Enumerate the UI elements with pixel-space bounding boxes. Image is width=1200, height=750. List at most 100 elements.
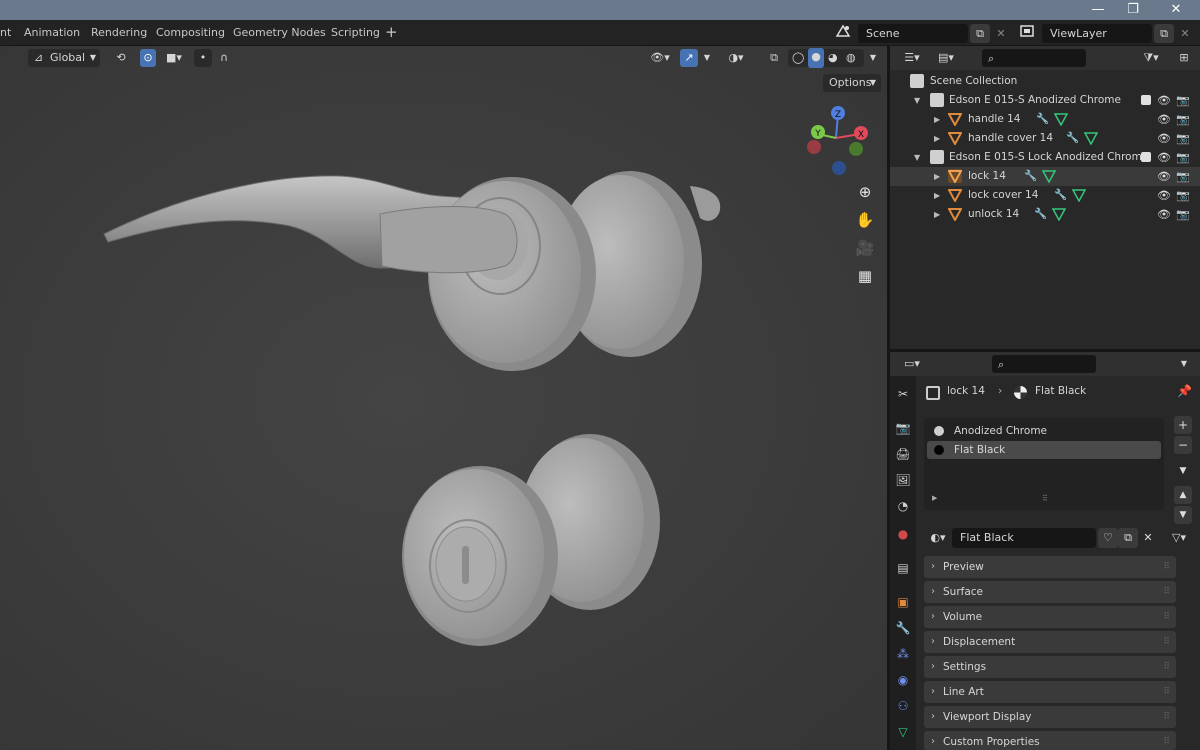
grip-icon[interactable]: ⠿ [1163, 606, 1170, 628]
outliner-search-input[interactable]: ⌕ [982, 49, 1086, 67]
mesh-data-icon[interactable] [1053, 112, 1069, 127]
transform-orientation-dropdown[interactable]: Global ⊿ ▼ [28, 49, 100, 67]
shading-dropdown-icon[interactable]: ▼ [866, 49, 880, 67]
view-layer-icon[interactable] [1014, 24, 1040, 42]
include-checkbox[interactable] [1141, 95, 1151, 105]
minimize-button[interactable]: — [1080, 0, 1116, 20]
eye-icon[interactable]: 👁 [1157, 129, 1171, 148]
node-link-icon[interactable]: ▽▾ [1164, 528, 1194, 548]
new-view-layer-button[interactable]: ⧉ [1154, 24, 1174, 43]
material-slot[interactable]: Anodized Chrome [927, 422, 1161, 440]
modifier-wrench-icon[interactable]: 🔧 [1054, 186, 1067, 205]
expand-arrow-icon[interactable]: ▼ [914, 91, 924, 110]
world-tab-icon[interactable]: ● [893, 524, 913, 544]
collapse-arrow-icon[interactable]: ▶ [934, 129, 944, 148]
xray-icon[interactable]: ⧉ [766, 49, 782, 67]
mesh-data-icon[interactable] [1041, 169, 1057, 184]
outliner-row-object[interactable]: ▶ handle 14 🔧 👁 📷 [890, 110, 1200, 129]
eye-icon[interactable]: 👁 [1157, 167, 1171, 186]
scene-name-field[interactable]: Scene [858, 24, 968, 43]
render-tab-icon[interactable]: 📷 [893, 418, 913, 438]
modifier-wrench-icon[interactable]: 🔧 [1034, 205, 1047, 224]
panel-volume[interactable]: › Volume ⠿ [924, 606, 1176, 628]
object-tab-icon[interactable]: ▣ [893, 592, 913, 612]
unlink-material-icon[interactable]: ✕ [1138, 528, 1158, 548]
panel-viewport-display[interactable]: › Viewport Display ⠿ [924, 706, 1176, 728]
fake-user-icon[interactable]: ♡ [1098, 528, 1118, 548]
outliner-row-object-selected[interactable]: ▶ lock 14 🔧 👁 📷 [890, 167, 1200, 186]
editor-type-icon[interactable]: ▭▾ [898, 355, 926, 373]
expand-arrow-icon[interactable]: ▼ [914, 148, 924, 167]
gizmo-toggle-icon[interactable]: ↗ [680, 49, 698, 67]
output-tab-icon[interactable]: 🖨 [893, 444, 913, 464]
grip-icon[interactable]: ⠿ [1163, 631, 1170, 653]
add-workspace-button[interactable]: + [385, 23, 398, 41]
slot-specials-icon[interactable]: ▼ [1174, 462, 1192, 480]
modifier-wrench-icon[interactable]: 🔧 [1036, 110, 1049, 129]
close-window-button[interactable]: ✕ [1158, 0, 1194, 20]
panel-preview[interactable]: › Preview ⠿ [924, 556, 1176, 578]
gizmo-dropdown-icon[interactable]: ▼ [700, 49, 714, 67]
modifier-wrench-icon[interactable]: 🔧 [1024, 167, 1037, 186]
tab-rendering[interactable]: Rendering [91, 26, 147, 39]
collapse-arrow-icon[interactable]: ▶ [934, 186, 944, 205]
outliner-row-object[interactable]: ▶ unlock 14 🔧 👁 📷 [890, 205, 1200, 224]
grip-icon[interactable]: ⠿ [1163, 556, 1170, 578]
mesh-data-icon[interactable] [1051, 207, 1067, 222]
eye-icon[interactable]: 👁 [1157, 148, 1171, 167]
pan-hand-icon[interactable]: ✋ [853, 208, 877, 232]
rendered-shading-icon[interactable]: ◍ [846, 49, 856, 67]
snap-target-icon[interactable]: ■▾ [160, 49, 188, 67]
remove-slot-button[interactable]: − [1174, 436, 1192, 454]
add-slot-button[interactable]: + [1174, 416, 1192, 434]
overlay-icon[interactable]: ◑▾ [722, 49, 750, 67]
camera-icon[interactable]: 📷 [1176, 148, 1190, 167]
eye-icon[interactable]: 👁 [1157, 205, 1171, 224]
camera-icon[interactable]: 📷 [1176, 205, 1190, 224]
pivot-point-icon[interactable]: ⟲ [108, 49, 134, 67]
material-slot-selected[interactable]: Flat Black [927, 441, 1161, 459]
data-tab-icon[interactable]: ▽ [893, 722, 913, 742]
tab-compositing[interactable]: Compositing [156, 26, 225, 39]
camera-view-icon[interactable]: 🎥 [853, 236, 877, 260]
camera-icon[interactable]: 📷 [1176, 186, 1190, 205]
outliner-row-collection[interactable]: ▼ Edson E 015-S Lock Anodized Chrome 👁 📷 [890, 148, 1200, 167]
panel-displacement[interactable]: › Displacement ⠿ [924, 631, 1176, 653]
panel-line-art[interactable]: › Line Art ⠿ [924, 681, 1176, 703]
include-checkbox[interactable] [1141, 152, 1151, 162]
grip-icon[interactable]: ⠿ [1163, 706, 1170, 728]
falloff-icon[interactable]: ∩ [214, 49, 234, 67]
viewport-render[interactable] [0, 46, 887, 750]
move-down-button[interactable]: ▼ [1174, 506, 1192, 524]
editor-type-icon[interactable]: ☰▾ [898, 49, 926, 67]
constraints-tab-icon[interactable]: ⚇ [893, 696, 913, 716]
filter-icon[interactable]: ⧩▾ [1136, 49, 1166, 67]
tab-geometry-nodes[interactable]: Geometry Nodes [233, 26, 326, 39]
expand-list-icon[interactable]: ▶ [932, 494, 937, 502]
view-layer-tab-icon[interactable]: 🖼 [893, 470, 913, 490]
outliner-row-collection[interactable]: ▼ Edson E 015-S Anodized Chrome 👁 📷 [890, 91, 1200, 110]
chevron-down-icon[interactable]: ▼ [1176, 355, 1192, 373]
camera-icon[interactable]: 📷 [1176, 91, 1190, 110]
browse-material-icon[interactable]: ◐▾ [924, 528, 952, 548]
modifier-wrench-icon[interactable]: 🔧 [1066, 129, 1079, 148]
outliner-row-object[interactable]: ▶ lock cover 14 🔧 👁 📷 [890, 186, 1200, 205]
collapse-arrow-icon[interactable]: ▶ [934, 167, 944, 186]
camera-icon[interactable]: 📷 [1176, 167, 1190, 186]
zoom-icon[interactable]: ⊕ [853, 180, 877, 204]
camera-icon[interactable]: 📷 [1176, 129, 1190, 148]
physics-tab-icon[interactable]: ◉ [893, 670, 913, 690]
eye-icon[interactable]: 👁 [1157, 186, 1171, 205]
duplicate-material-icon[interactable]: ⧉ [1118, 528, 1138, 548]
grip-icon[interactable]: ⠿ [1163, 656, 1170, 678]
delete-scene-icon[interactable]: ✕ [991, 24, 1011, 43]
outliner-root[interactable]: Scene Collection [890, 72, 1200, 91]
material-shading-icon[interactable]: ◕ [828, 49, 838, 67]
pin-icon[interactable]: 📌 [1177, 384, 1192, 398]
eye-icon[interactable]: 👁 [1157, 91, 1171, 110]
tab-scripting[interactable]: Scripting [331, 26, 380, 39]
restore-button[interactable]: ❐ [1115, 0, 1151, 20]
3d-viewport[interactable]: Global ⊿ ▼ ⟲ ⊙ ■▾ • ∩ 👁▾ ↗ ▼ ◑▾ ⧉ ◯ ● ◕ … [0, 46, 887, 750]
collection-tab-icon[interactable]: ▤ [893, 558, 913, 578]
collapse-arrow-icon[interactable]: ▶ [934, 110, 944, 129]
